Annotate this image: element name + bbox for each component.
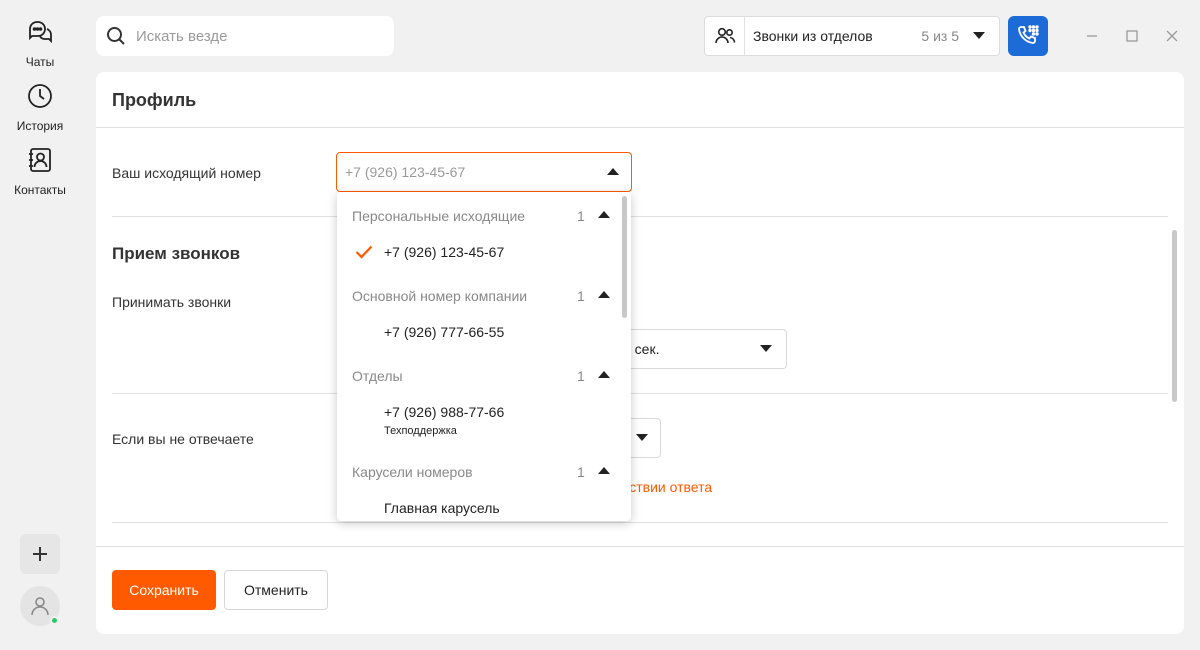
group-name: Персональные исходящие: [352, 208, 526, 224]
option-number: +7 (926) 988-77-66: [384, 404, 505, 420]
panel-scrollbar[interactable]: [1172, 230, 1177, 402]
online-status-dot: [50, 616, 59, 625]
ring-time-select[interactable]: 0 сек.: [616, 329, 787, 369]
cancel-button[interactable]: Отменить: [224, 570, 328, 610]
rail-label-history: История: [16, 119, 64, 133]
group-count: 1: [577, 288, 585, 304]
close-icon: [1166, 30, 1178, 42]
save-button[interactable]: Сохранить: [112, 570, 216, 610]
add-button[interactable]: [20, 534, 60, 574]
outgoing-number-value: +7 (926) 123-45-67: [345, 164, 466, 180]
calls-filter-label: Звонки из отделов: [753, 28, 873, 44]
rail-item-history[interactable]: История: [0, 82, 80, 133]
group-count: 1: [577, 208, 585, 224]
page-title: Профиль: [112, 90, 197, 110]
divider: [112, 393, 1168, 394]
calls-filter-select[interactable]: Звонки из отделов 5 из 5: [704, 16, 1000, 56]
left-rail: Чаты История Контакты: [0, 0, 80, 650]
dialpad-call-button[interactable]: [1008, 16, 1048, 56]
group-count: 1: [577, 464, 585, 480]
check-icon: [355, 245, 373, 259]
section-title-receive: Прием звонков: [112, 244, 241, 263]
divider: [112, 216, 1168, 217]
search-bar[interactable]: [96, 16, 394, 56]
profile-panel: Профиль Ваш исходящий номер +7 (926) 123…: [96, 72, 1184, 634]
dropdown-option[interactable]: +7 (926) 123-45-67: [337, 236, 621, 268]
chevron-down-icon: [760, 345, 772, 352]
history-icon: [26, 82, 54, 115]
maximize-icon: [1126, 30, 1138, 42]
option-number: +7 (926) 777-66-55: [384, 324, 505, 340]
dropdown-group-departments[interactable]: Отделы 1: [337, 356, 631, 396]
rail-item-chats[interactable]: Чаты: [0, 18, 80, 69]
chevron-down-icon: [636, 434, 648, 441]
chevron-up-icon: [598, 467, 610, 474]
user-icon: [31, 597, 49, 616]
dropdown-option[interactable]: Главная карусель: [337, 492, 621, 521]
chevron-up-icon: [607, 163, 619, 181]
group-name: Основной номер компании: [352, 288, 528, 304]
divider: [112, 522, 1168, 523]
dropdown-scrollbar[interactable]: [622, 196, 627, 318]
chevron-down-icon: [973, 27, 985, 45]
option-number: +7 (926) 123-45-67: [384, 244, 505, 260]
plus-icon: [33, 547, 47, 561]
group-count: 1: [577, 368, 585, 384]
minimize-icon: [1087, 35, 1097, 37]
dropdown-group-carousels[interactable]: Карусели номеров 1: [337, 452, 631, 492]
avatar[interactable]: [20, 586, 60, 626]
minimize-button[interactable]: [1082, 26, 1102, 46]
no-answer-label: Если вы не отвечаете: [112, 431, 254, 447]
accept-calls-label: Принимать звонки: [112, 294, 232, 310]
divider: [96, 127, 1184, 128]
contacts-icon: [26, 146, 54, 179]
dropdown-option[interactable]: +7 (926) 988-77-66 Техподдержка: [337, 396, 621, 444]
group-name: Отделы: [352, 368, 403, 384]
search-input[interactable]: [136, 27, 366, 45]
calls-filter-count: 5 из 5: [921, 28, 959, 44]
group-icon: [705, 17, 745, 55]
outgoing-number-label: Ваш исходящий номер: [112, 165, 261, 181]
chevron-up-icon: [598, 211, 610, 218]
dropdown-option[interactable]: +7 (926) 777-66-55: [337, 316, 621, 348]
outgoing-number-dropdown: Персональные исходящие 1 +7 (926) 123-45…: [337, 192, 631, 521]
close-button[interactable]: [1162, 26, 1182, 46]
dropdown-group-company[interactable]: Основной номер компании 1: [337, 276, 631, 316]
footer-divider: [96, 546, 1184, 547]
chevron-up-icon: [598, 291, 610, 298]
dropdown-group-personal[interactable]: Персональные исходящие 1: [337, 196, 631, 236]
search-icon: [107, 27, 125, 45]
group-name: Карусели номеров: [352, 464, 473, 480]
rail-label-chats: Чаты: [25, 55, 55, 69]
chevron-up-icon: [598, 371, 610, 378]
maximize-button[interactable]: [1122, 26, 1142, 46]
outgoing-number-select[interactable]: +7 (926) 123-45-67: [336, 152, 632, 192]
phone-dialpad-icon: [1018, 25, 1039, 44]
option-department: Техподдержка: [384, 425, 457, 437]
chats-icon: [26, 18, 54, 51]
rail-label-contacts: Контакты: [14, 183, 66, 197]
rail-item-contacts[interactable]: Контакты: [0, 146, 80, 197]
option-number: Главная карусель: [384, 500, 500, 516]
